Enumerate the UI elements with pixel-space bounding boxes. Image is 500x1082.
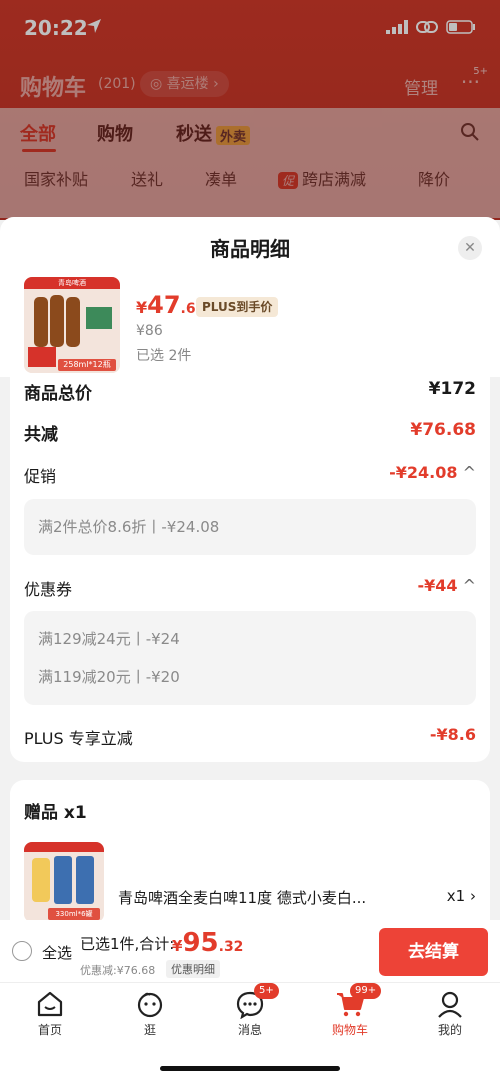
promo-detail: 满2件总价8.6折丨-¥24.08 [38,518,220,536]
close-button[interactable]: ✕ [458,236,482,260]
nav-browse[interactable]: 逛 [100,983,200,1043]
nav-cart[interactable]: 99+ 购物车 [300,983,400,1043]
plus-discount-row: PLUS 专享立减 -¥8.6 [24,725,476,749]
coupon-detail-box: 满129减24元丨-¥24 满119减20元丨-¥20 [24,611,476,705]
profile-icon [438,991,462,1018]
price-breakdown-card: 商品总价 ¥172 共减 ¥76.68 促销 -¥24.08 ^ 满2件总价8.… [10,377,490,762]
reduction-label: 共减 [24,425,58,445]
nav-browse-label: 逛 [143,1023,156,1037]
coupon-value: -¥44 [417,576,458,595]
sheet-header: 商品明细 ✕ 青岛啤酒 258ml*12瓶 ¥47.66 PLUS到手价 ¥86… [0,217,500,377]
nav-messages-label: 消息 [237,1023,262,1037]
home-indicator [160,1066,340,1071]
total-price-row: 商品总价 ¥172 [24,379,476,404]
product-brand-text: 青岛啤酒 [58,279,86,287]
reduction-value: ¥76.68 [410,420,476,440]
select-all-label[interactable]: 全选 [42,942,72,963]
total-dec: .32 [218,939,244,955]
chevron-up-icon: ^ [462,463,476,482]
gift-spec-text: 330ml*6罐 [55,910,93,918]
coupon-label: 优惠券 [24,580,73,599]
price-symbol: ¥ [136,298,148,317]
gift-qty-value: x1 [446,887,466,905]
plus-discount-label: PLUS 专享立减 [24,729,133,748]
total-price-value: ¥172 [428,379,476,399]
coupon-detail: 满129减24元丨-¥24 [38,630,180,648]
gift-name[interactable]: 青岛啤酒全麦白啤11度 德式小麦白... [118,887,418,908]
price-int: 47 [147,291,181,319]
nav-profile[interactable]: 我的 [400,983,500,1043]
total-symbol: ¥ [172,937,183,955]
original-price: ¥86 [136,323,163,339]
checkout-bar: 全选 已选1件,合计: ¥95.32 优惠减:¥76.68 优惠明细 去结算 [0,920,500,982]
selected-count: 已选 2件 [136,348,192,364]
browse-icon [137,992,163,1018]
nav-messages[interactable]: 5+ 消息 [200,983,300,1043]
nav-cart-label: 购物车 [331,1023,368,1037]
selected-summary: 已选1件,合计: [80,935,175,953]
promo-value: -¥24.08 [389,463,458,482]
coupon-row[interactable]: 优惠券 -¥44 ^ [24,576,476,600]
product-spec-text: 258ml*12瓶 [63,360,111,369]
reduction-row: 共减 ¥76.68 [24,420,476,445]
plus-discount-value: -¥8.6 [429,725,476,744]
promo-detail-box: 满2件总价8.6折丨-¥24.08 [24,499,476,555]
select-all-checkbox[interactable] [12,941,32,961]
gift-quantity[interactable]: x1 › [447,887,476,905]
detail-sheet: 商品明细 ✕ 青岛啤酒 258ml*12瓶 ¥47.66 PLUS到手价 ¥86… [0,217,500,982]
product-price: ¥47.66 [136,291,205,319]
plus-price-tag: PLUS到手价 [196,297,279,317]
total-price-label: 商品总价 [24,384,92,404]
nav-profile-label: 我的 [437,1023,462,1037]
gift-title: 赠品 x1 [24,803,87,823]
nav-cart-badge: 99+ [350,983,382,999]
total-int: 95 [182,928,219,958]
nav-home-label: 首页 [37,1023,62,1037]
chevron-up-icon: ^ [462,576,476,595]
overlay-dim[interactable] [0,0,500,220]
close-icon: ✕ [464,240,476,256]
checkout-total: ¥95.32 [172,928,243,958]
discount-amount: 优惠减:¥76.68 [80,964,156,977]
discount-detail-tag[interactable]: 优惠明细 [166,960,220,978]
home-icon [37,991,63,1017]
checkout-button[interactable]: 去结算 [379,928,488,976]
nav-home[interactable]: 首页 [0,983,100,1043]
nav-message-badge: 5+ [254,983,279,999]
coupon-detail: 满119减20元丨-¥20 [38,668,180,686]
sheet-title: 商品明细 [210,237,290,261]
chevron-right-icon: › [470,887,476,905]
product-image[interactable]: 青岛啤酒 258ml*12瓶 [24,277,120,373]
promo-label: 促销 [24,467,57,486]
gift-image[interactable]: 330ml*6罐 [24,842,104,922]
promo-row[interactable]: 促销 -¥24.08 ^ [24,463,476,487]
